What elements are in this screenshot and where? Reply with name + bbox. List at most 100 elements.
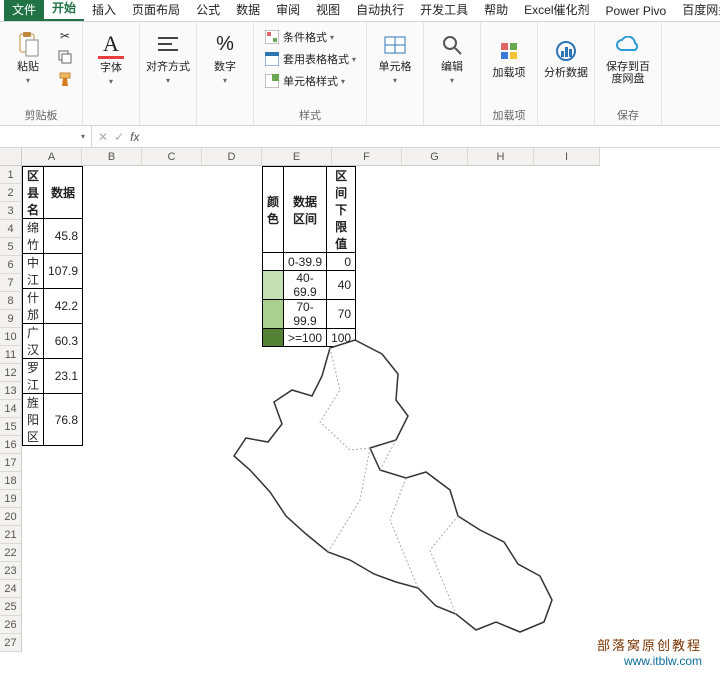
analysis-button[interactable]: 分析数据	[544, 26, 588, 90]
row-header-24[interactable]: 24	[0, 580, 22, 598]
row-header-2[interactable]: 2	[0, 184, 22, 202]
tab-catalyst[interactable]: Excel催化剂	[516, 0, 597, 21]
select-all-button[interactable]	[0, 148, 22, 166]
col-header-D[interactable]: D	[202, 148, 262, 166]
cond-format-icon	[264, 29, 280, 45]
group-font: A 字体▾	[83, 22, 140, 125]
addins-button[interactable]: 加载项	[487, 26, 531, 90]
map-shape[interactable]	[220, 330, 580, 660]
row-header-9[interactable]: 9	[0, 310, 22, 328]
swatch-0[interactable]	[263, 253, 284, 271]
group-baidu: 保存到百度网盘保存	[595, 22, 662, 125]
tab-home[interactable]: 开始	[44, 0, 84, 21]
tab-file[interactable]: 文件	[4, 0, 44, 21]
row-header-6[interactable]: 6	[0, 256, 22, 274]
row-header-1[interactable]: 1	[0, 166, 22, 184]
font-button[interactable]: A 字体▾	[89, 26, 133, 90]
percent-icon: %	[212, 32, 238, 58]
font-icon: A	[98, 31, 124, 57]
swatch-2[interactable]	[263, 300, 284, 329]
ribbon: 粘贴▾ ✂ 剪贴板 A 字体▾ 对齐方式▾	[0, 22, 720, 126]
tab-insert[interactable]: 插入	[84, 0, 124, 21]
table-format-icon	[264, 51, 280, 67]
number-button[interactable]: % 数字▾	[203, 26, 247, 90]
tab-auto[interactable]: 自动执行	[348, 0, 412, 21]
row-header-7[interactable]: 7	[0, 274, 22, 292]
addin-icon	[496, 38, 522, 64]
col-header-F[interactable]: F	[332, 148, 402, 166]
row-header-19[interactable]: 19	[0, 490, 22, 508]
format-painter-button[interactable]	[54, 70, 76, 90]
group-label-styles: 样式	[260, 105, 360, 123]
row-header-15[interactable]: 15	[0, 418, 22, 436]
enter-icon[interactable]: ✓	[114, 130, 124, 144]
find-icon	[439, 32, 465, 58]
analysis-icon	[553, 38, 579, 64]
col-header-I[interactable]: I	[534, 148, 600, 166]
copy-button[interactable]	[54, 48, 76, 68]
fx-icon[interactable]: fx	[130, 130, 139, 144]
t1-h1[interactable]: 数据	[44, 167, 83, 219]
group-label-clipboard: 剪贴板	[6, 105, 76, 123]
swatch-1[interactable]	[263, 271, 284, 300]
row-header-12[interactable]: 12	[0, 364, 22, 382]
tab-baidu[interactable]: 百度网盘	[674, 0, 720, 21]
tab-view[interactable]: 视图	[308, 0, 348, 21]
row-header-26[interactable]: 26	[0, 616, 22, 634]
col-header-G[interactable]: G	[402, 148, 468, 166]
row-header-27[interactable]: 27	[0, 634, 22, 652]
group-clipboard: 粘贴▾ ✂ 剪贴板	[0, 22, 83, 125]
tab-formulas[interactable]: 公式	[188, 0, 228, 21]
tab-help[interactable]: 帮助	[476, 0, 516, 21]
chevron-down-icon: ▾	[81, 132, 85, 141]
cells-button[interactable]: 单元格▾	[373, 26, 417, 90]
watermark: 部落窝原创教程 www.itblw.com	[597, 635, 702, 668]
cell-style-button[interactable]: 单元格样式 ▾	[260, 70, 349, 92]
group-editing: 编辑▾	[424, 22, 481, 125]
row-header-17[interactable]: 17	[0, 454, 22, 472]
align-icon	[155, 32, 181, 58]
row-header-5[interactable]: 5	[0, 238, 22, 256]
name-box[interactable]: ▾	[0, 126, 92, 147]
col-header-B[interactable]: B	[82, 148, 142, 166]
baidu-save-button[interactable]: 保存到百度网盘	[601, 26, 655, 90]
row-header-20[interactable]: 20	[0, 508, 22, 526]
tab-layout[interactable]: 页面布局	[124, 0, 188, 21]
row-header-14[interactable]: 14	[0, 400, 22, 418]
row-header-11[interactable]: 11	[0, 346, 22, 364]
row-header-8[interactable]: 8	[0, 292, 22, 310]
col-header-E[interactable]: E	[262, 148, 332, 166]
row-header-18[interactable]: 18	[0, 472, 22, 490]
tab-review[interactable]: 审阅	[268, 0, 308, 21]
row-header-13[interactable]: 13	[0, 382, 22, 400]
paste-button[interactable]: 粘贴▾	[6, 26, 50, 90]
tab-dev[interactable]: 开发工具	[412, 0, 476, 21]
row-header-21[interactable]: 21	[0, 526, 22, 544]
tab-data[interactable]: 数据	[228, 0, 268, 21]
alignment-button[interactable]: 对齐方式▾	[146, 26, 190, 90]
formula-input[interactable]	[145, 126, 720, 147]
cancel-icon[interactable]: ✕	[98, 130, 108, 144]
col-header-H[interactable]: H	[468, 148, 534, 166]
editing-button[interactable]: 编辑▾	[430, 26, 474, 90]
row-header-3[interactable]: 3	[0, 202, 22, 220]
col-header-C[interactable]: C	[142, 148, 202, 166]
row-header-10[interactable]: 10	[0, 328, 22, 346]
brush-icon	[57, 71, 73, 90]
row-header-22[interactable]: 22	[0, 544, 22, 562]
t1-h0[interactable]: 区县名	[23, 167, 44, 219]
scissors-icon: ✂	[60, 29, 70, 43]
cells-icon	[382, 32, 408, 58]
worksheet-grid: ABCDEFGHI 123456789101112131415161718192…	[0, 148, 720, 166]
row-header-16[interactable]: 16	[0, 436, 22, 454]
row-header-4[interactable]: 4	[0, 220, 22, 238]
col-header-A[interactable]: A	[22, 148, 82, 166]
conditional-format-button[interactable]: 条件格式 ▾	[260, 26, 338, 48]
table-format-button[interactable]: 套用表格格式 ▾	[260, 48, 360, 70]
row-header-23[interactable]: 23	[0, 562, 22, 580]
cut-button[interactable]: ✂	[54, 26, 76, 46]
row-header-25[interactable]: 25	[0, 598, 22, 616]
tab-powerpivot[interactable]: Power Pivo	[598, 1, 675, 21]
cloud-icon	[615, 32, 641, 58]
clipboard-icon	[15, 32, 41, 58]
